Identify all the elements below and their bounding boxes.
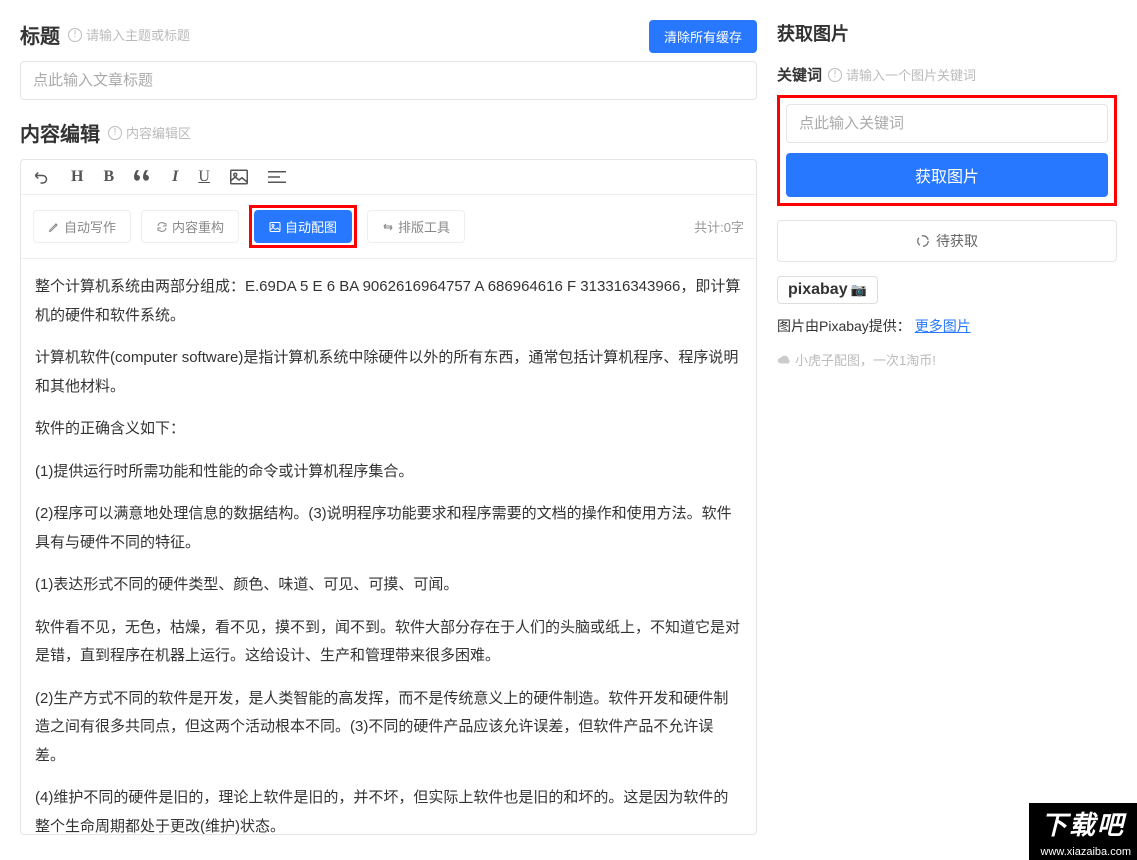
refresh-icon — [156, 221, 168, 233]
auto-write-button[interactable]: 自动写作 — [33, 210, 131, 243]
keyword-input[interactable] — [786, 104, 1108, 143]
undo-icon[interactable] — [33, 168, 51, 186]
restructure-button[interactable]: 内容重构 — [141, 210, 239, 243]
title-hint: ! 请输入主题或标题 — [68, 25, 190, 44]
get-image-button[interactable]: 获取图片 — [786, 153, 1108, 197]
info-icon: ! — [68, 28, 82, 42]
editor-content[interactable]: 整个计算机系统由两部分组成：E.69DA 5 E 6 BA 9062616964… — [21, 259, 756, 834]
quote-icon[interactable] — [134, 170, 152, 184]
more-images-link[interactable]: 更多图片 — [915, 318, 971, 334]
title-heading: 标题 — [20, 20, 60, 49]
paragraph: (1)表达形式不同的硬件类型、颜色、味道、可见、可摸、可闻。 — [35, 571, 742, 600]
paragraph: (1)提供运行时所需功能和性能的命令或计算机程序集合。 — [35, 458, 742, 487]
pending-status[interactable]: 待获取 — [777, 220, 1117, 262]
char-counter: 共计:0字 — [694, 217, 744, 236]
info-icon: ! — [828, 68, 842, 82]
paragraph: 软件看不见，无色，枯燥，看不见，摸不到，闻不到。软件大部分存在于人们的头脑或纸上… — [35, 614, 742, 671]
italic-icon[interactable]: I — [172, 168, 178, 186]
paragraph: (2)生产方式不同的软件是开发，是人类智能的高发挥，而不是传统意义上的硬件制造。… — [35, 685, 742, 771]
info-icon: ! — [108, 126, 122, 140]
highlight-keyword-box: 获取图片 — [777, 95, 1117, 206]
get-image-heading: 获取图片 — [777, 20, 1117, 46]
cloud-icon — [777, 354, 791, 366]
camera-icon: 📷 — [851, 282, 867, 297]
layout-tool-button[interactable]: 排版工具 — [367, 210, 465, 243]
keyword-hint: ! 请输入一个图片关键词 — [828, 65, 976, 84]
watermark: 下载吧 www.xiazaiba.com — [1029, 803, 1137, 860]
underline-icon[interactable]: U — [198, 168, 210, 186]
heading-icon[interactable]: H — [71, 168, 83, 186]
pixabay-badge: pixabay📷 — [777, 276, 878, 304]
bold-icon[interactable]: B — [103, 168, 114, 186]
paragraph: 计算机软件(computer software)是指计算机系统中除硬件以外的所有… — [35, 344, 742, 401]
pen-icon — [48, 221, 60, 233]
paragraph: 整个计算机系统由两部分组成：E.69DA 5 E 6 BA 9062616964… — [35, 273, 742, 330]
toolbar-actions: 自动写作 内容重构 自动配图 排版工具 共计:0字 — [21, 195, 756, 259]
foot-note: 小虎子配图，一次1淘币! — [777, 350, 1117, 369]
keyword-label: 关键词 — [777, 64, 822, 85]
image-icon[interactable] — [230, 169, 248, 185]
align-icon[interactable] — [268, 170, 286, 184]
auto-image-button[interactable]: 自动配图 — [254, 210, 352, 243]
provider-info: 图片由Pixabay提供： 更多图片 — [777, 316, 1117, 336]
picture-icon — [269, 221, 281, 233]
content-hint: ! 内容编辑区 — [108, 123, 191, 142]
toolbar-formatting: H B I U — [21, 160, 756, 195]
paragraph: 软件的正确含义如下： — [35, 415, 742, 444]
highlight-auto-image: 自动配图 — [249, 205, 357, 248]
spinner-icon — [916, 234, 930, 248]
title-input[interactable] — [20, 61, 757, 100]
reorder-icon — [382, 221, 394, 233]
paragraph: (4)维护不同的硬件是旧的，理论上软件是旧的，并不坏，但实际上软件也是旧的和坏的… — [35, 784, 742, 834]
clear-cache-button[interactable]: 清除所有缓存 — [649, 20, 757, 53]
editor: H B I U 自动写作 — [20, 159, 757, 835]
paragraph: (2)程序可以满意地处理信息的数据结构。(3)说明程序功能要求和程序需要的文档的… — [35, 500, 742, 557]
content-heading: 内容编辑 — [20, 118, 100, 147]
